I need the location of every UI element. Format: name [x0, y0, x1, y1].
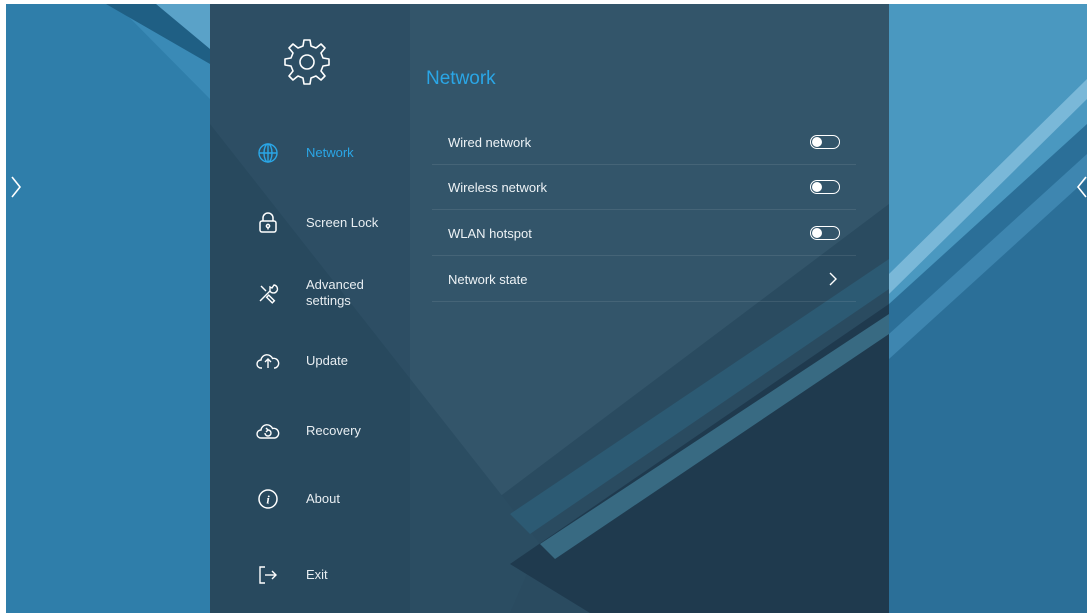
sidebar-item-screen-lock[interactable]: Screen Lock — [210, 198, 410, 248]
lock-icon — [256, 211, 280, 235]
sidebar-item-label: Screen Lock — [306, 215, 379, 230]
sidebar-item-label: Exit — [306, 567, 328, 582]
previous-page-arrow-icon[interactable] — [8, 172, 24, 202]
info-icon: i — [256, 487, 280, 511]
globe-icon — [256, 141, 280, 165]
row-label: WLAN hotspot — [448, 225, 532, 241]
sidebar-item-exit[interactable]: Exit — [210, 550, 410, 600]
row-label: Wired network — [448, 134, 532, 150]
exit-icon — [256, 563, 280, 587]
chevron-right-icon — [829, 272, 837, 286]
sidebar-item-recovery[interactable]: Recovery — [210, 406, 410, 456]
wireless-network-toggle[interactable] — [810, 180, 840, 194]
settings-gear-icon — [280, 34, 334, 88]
next-page-arrow-icon[interactable] — [1074, 172, 1087, 202]
row-label: Network state — [448, 271, 528, 287]
toggle-knob — [812, 181, 822, 192]
row-label: Wireless network — [448, 179, 547, 195]
sidebar-item-label: Recovery — [306, 423, 361, 438]
svg-text:i: i — [266, 493, 270, 507]
wlan-hotspot-toggle[interactable] — [810, 226, 840, 240]
wireless-network-row[interactable]: Wireless network — [432, 165, 856, 210]
sidebar-item-advanced-settings[interactable]: Advanced settings — [210, 268, 410, 318]
toggle-knob — [812, 136, 822, 147]
network-state-row[interactable]: Network state — [432, 257, 856, 302]
sidebar-item-network[interactable]: Network — [210, 128, 410, 178]
tools-icon — [256, 281, 280, 305]
screen: Network Screen Lock Advanced settings Up… — [6, 4, 1087, 613]
cloud-recovery-icon — [256, 419, 280, 443]
wired-network-toggle[interactable] — [810, 135, 840, 149]
sidebar-item-label: Advanced settings — [306, 277, 364, 308]
sidebar-item-label: About — [306, 491, 340, 506]
sidebar-item-about[interactable]: i About — [210, 474, 410, 524]
wlan-hotspot-row[interactable]: WLAN hotspot — [432, 211, 856, 256]
sidebar-item-label: Update — [306, 353, 348, 368]
sidebar-item-update[interactable]: Update — [210, 336, 410, 386]
page-title: Network — [426, 68, 496, 89]
cloud-upload-icon — [256, 349, 280, 373]
settings-panel: Network Screen Lock Advanced settings Up… — [210, 4, 889, 613]
wired-network-row[interactable]: Wired network — [432, 120, 856, 165]
toggle-knob — [812, 227, 822, 238]
sidebar-item-label: Network — [306, 145, 354, 160]
